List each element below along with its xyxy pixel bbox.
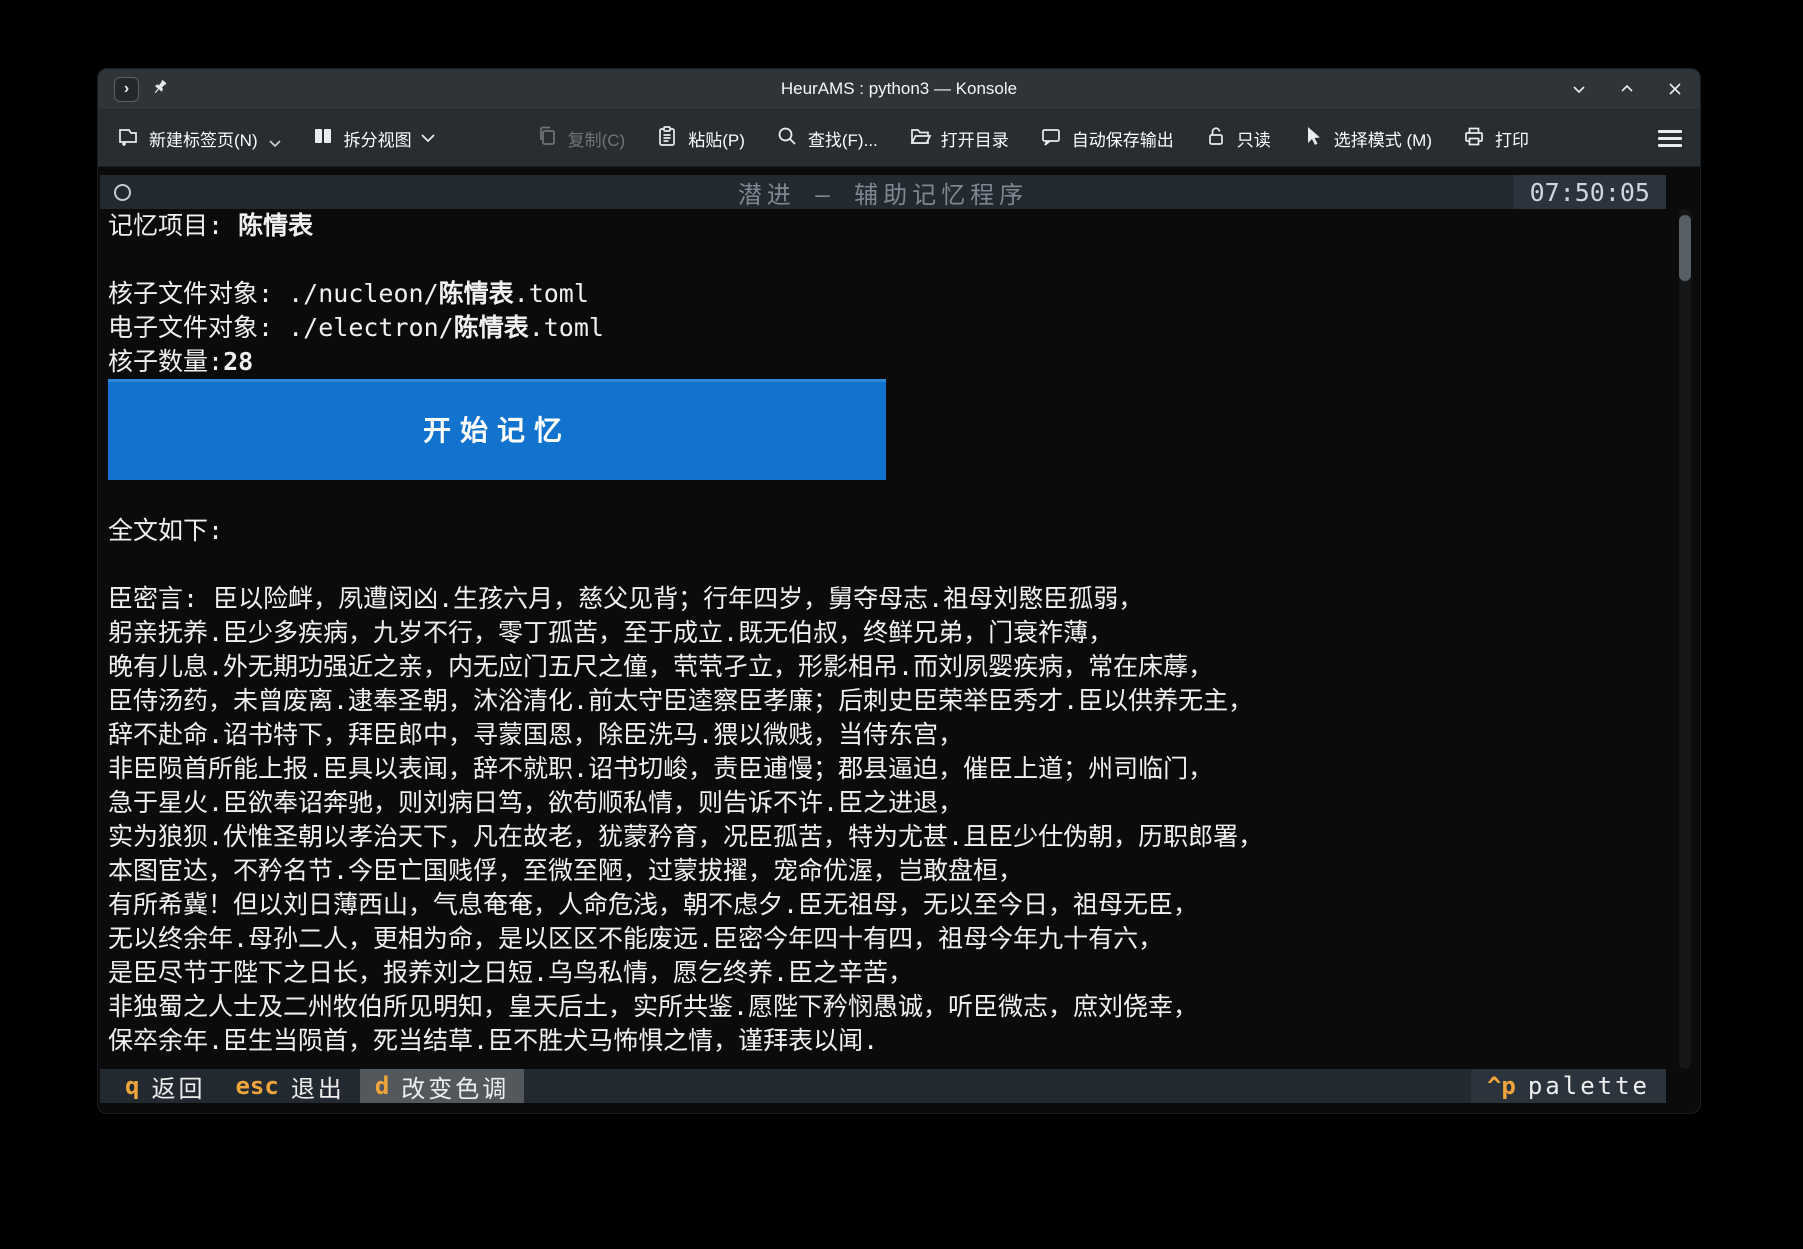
footer-binding-back[interactable]: q返回 <box>110 1069 220 1103</box>
text-line: 臣侍汤药，未曾废离.逮奉圣朝，沐浴清化.前太守臣逵察臣孝廉；后刺史臣荣举臣秀才.… <box>108 684 1700 718</box>
folder-icon <box>908 124 932 153</box>
lock-icon <box>1204 124 1228 153</box>
split-view-label: 拆分视图 <box>344 126 412 151</box>
find-button[interactable]: 查找(F)... <box>775 124 878 153</box>
search-icon <box>775 124 799 153</box>
footer-binding-change-theme[interactable]: d改变色调 <box>360 1069 524 1103</box>
konsole-window: › HeurAMS : python3 — Konsole <box>97 68 1701 1114</box>
print-label: 打印 <box>1495 126 1529 151</box>
text-line: 有所希冀！但以刘日薄西山，气息奄奄，人命危浅，朝不虑夕.臣无祖母，无以至今日，祖… <box>108 888 1700 922</box>
fulltext-label: 全文如下: <box>108 514 1700 548</box>
text-line: 臣密言: 臣以险衅，夙遭闵凶.生孩六月，慈父见背；行年四岁，舅夺母志.祖母刘愍臣… <box>108 582 1700 616</box>
paste-label: 粘贴(P) <box>688 126 745 151</box>
text-line: 实为狼狈.伏惟圣朝以孝治天下，凡在故老，犹蒙矜育，况臣孤苦，特为尤甚.且臣少仕伪… <box>108 820 1700 854</box>
text-line: 晚有儿息.外无期功强近之亲，内无应门五尺之僮，茕茕孑立，形影相吊.而刘夙婴疾病，… <box>108 650 1700 684</box>
app-title: 潜进 – 辅助记忆程序 <box>100 175 1666 210</box>
text-line: 辞不赴命.诏书特下，拜臣郎中，寻蒙国恩，除臣洗马.猥以微贱，当侍东宫， <box>108 718 1700 752</box>
text-line: 非臣陨首所能上报.臣具以表闻，辞不就职.诏书切峻，责臣逋慢；郡县逼迫，催臣上道；… <box>108 752 1700 786</box>
copy-label: 复制(C) <box>568 126 626 151</box>
project-line: 记忆项目: 陈情表 <box>108 209 1700 243</box>
paste-button[interactable]: 粘贴(P) <box>655 124 745 153</box>
new-tab-button[interactable]: 新建标签页(N) <box>116 123 281 153</box>
text-line: 急于星火.臣欲奉诏奔驰，则刘病日笃，欲苟顺私情，则告诉不许.臣之进退， <box>108 786 1700 820</box>
copy-icon <box>535 124 559 153</box>
text-line: 躬亲抚养.臣少多疾病，九岁不行，零丁孤苦，至于成立.既无伯叔，终鲜兄弟，门衰祚薄… <box>108 616 1700 650</box>
terminal-view[interactable]: 潜进 – 辅助记忆程序 07:50:05 记忆项目: 陈情表 核子文件对象: .… <box>98 167 1700 1113</box>
text-line: 保卒余年.臣生当陨首，死当结草.臣不胜犬马怖惧之情，谨拜表以闻. <box>108 1024 1700 1058</box>
cursor-arrow-icon <box>1301 124 1325 153</box>
select-mode-button[interactable]: 选择模式 (M) <box>1301 124 1432 153</box>
pin-icon[interactable] <box>151 78 169 101</box>
project-name: 陈情表 <box>238 211 313 240</box>
split-view-icon <box>311 124 335 153</box>
open-directory-label: 打开目录 <box>941 126 1009 151</box>
hamburger-menu-icon[interactable] <box>1658 130 1682 147</box>
split-view-button[interactable]: 拆分视图 <box>311 124 435 153</box>
autosave-output-button[interactable]: 自动保存输出 <box>1039 124 1174 153</box>
footer-binding-palette[interactable]: ^ppalette <box>1471 1069 1666 1103</box>
konsole-app-icon[interactable]: › <box>114 77 139 102</box>
nucleon-count-line: 核子数量:28 <box>108 345 1700 379</box>
maximize-icon[interactable] <box>1618 80 1636 98</box>
autosave-output-label: 自动保存输出 <box>1072 126 1174 151</box>
read-only-button[interactable]: 只读 <box>1204 124 1271 153</box>
new-tab-icon <box>116 124 140 153</box>
open-directory-button[interactable]: 打开目录 <box>908 124 1009 153</box>
find-label: 查找(F)... <box>808 126 878 151</box>
new-tab-label: 新建标签页(N) <box>149 126 258 151</box>
select-mode-label: 选择模式 (M) <box>1334 126 1432 151</box>
output-bubble-icon <box>1039 124 1063 153</box>
electron-path-line: 电子文件对象: ./electron/陈情表.toml <box>108 311 1700 345</box>
text-line: 无以终余年.母孙二人，更相为命，是以区区不能废远.臣密今年四十有四，祖母今年九十… <box>108 922 1700 956</box>
tui-footer-bar: q返回 esc退出 d改变色调 ^ppalette <box>100 1069 1666 1103</box>
text-line: 本图宦达，不矜名节.今臣亡国贱俘，至微至陋，过蒙拔擢，宠命优渥，岂敢盘桓， <box>108 854 1700 888</box>
scrollbar-thumb[interactable] <box>1679 215 1691 281</box>
footer-binding-quit[interactable]: esc退出 <box>220 1069 359 1103</box>
tui-header-bar: 潜进 – 辅助记忆程序 07:50:05 <box>100 175 1666 209</box>
printer-icon <box>1462 124 1486 153</box>
text-line: 非独蜀之人士及二州牧伯所见明知，皇天后土，实所共鉴.愿陛下矜悯愚诚，听臣微志，庶… <box>108 990 1700 1024</box>
window-title: HeurAMS : python3 — Konsole <box>98 79 1700 99</box>
paste-icon <box>655 124 679 153</box>
scrollbar-track[interactable] <box>1679 209 1691 1069</box>
read-only-label: 只读 <box>1237 126 1271 151</box>
clock: 07:50:05 <box>1514 175 1666 209</box>
start-memorize-button[interactable]: 开始记忆 <box>108 379 886 480</box>
copy-button[interactable]: 复制(C) <box>535 124 626 153</box>
chevron-down-icon <box>421 128 435 148</box>
toolbar: 新建标签页(N) 拆分视图 <box>98 110 1700 167</box>
print-button[interactable]: 打印 <box>1462 124 1529 153</box>
titlebar[interactable]: › HeurAMS : python3 — Konsole <box>98 69 1700 110</box>
text-line: 是臣尽节于陛下之日长，报养刘之日短.乌鸟私情，愿乞终养.臣之辛苦， <box>108 956 1700 990</box>
chevron-down-icon <box>269 133 281 153</box>
nucleon-count: 28 <box>223 347 253 376</box>
minimize-icon[interactable] <box>1570 80 1588 98</box>
close-icon[interactable] <box>1666 80 1684 98</box>
fulltext-paragraph: 臣密言: 臣以险衅，夙遭闵凶.生孩六月，慈父见背；行年四岁，舅夺母志.祖母刘愍臣… <box>108 582 1700 1058</box>
nucleon-path-line: 核子文件对象: ./nucleon/陈情表.toml <box>108 277 1700 311</box>
